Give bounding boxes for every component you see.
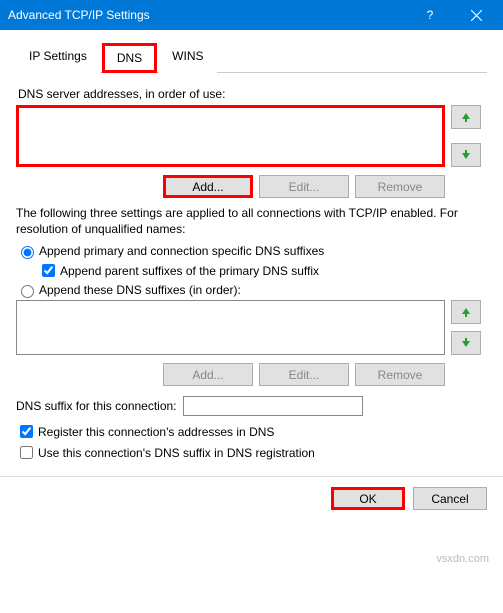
suffix-move-up-button[interactable] xyxy=(451,300,481,324)
radio-append-these[interactable] xyxy=(21,285,34,298)
dns-move-up-button[interactable] xyxy=(451,105,481,129)
close-icon xyxy=(471,10,482,21)
radio-append-primary-label: Append primary and connection specific D… xyxy=(39,244,324,258)
suffix-field-label: DNS suffix for this connection: xyxy=(16,399,177,413)
checkbox-append-parent-label: Append parent suffixes of the primary DN… xyxy=(60,264,319,278)
arrow-up-icon xyxy=(460,306,472,318)
dns-server-listbox[interactable] xyxy=(16,105,445,167)
suffix-remove-button[interactable]: Remove xyxy=(355,363,445,386)
checkbox-use-suffix[interactable] xyxy=(20,446,33,459)
suffix-edit-button[interactable]: Edit... xyxy=(259,363,349,386)
dns-order-arrows xyxy=(451,105,487,167)
window-title: Advanced TCP/IP Settings xyxy=(8,8,407,22)
dns-remove-button[interactable]: Remove xyxy=(355,175,445,198)
suffix-add-button[interactable]: Add... xyxy=(163,363,253,386)
settings-note: The following three settings are applied… xyxy=(16,206,487,237)
suffix-order-arrows xyxy=(451,300,487,355)
checkbox-use-suffix-label: Use this connection's DNS suffix in DNS … xyxy=(38,446,315,460)
tab-strip: IP Settings DNS WINS xyxy=(16,42,487,73)
ok-button[interactable]: OK xyxy=(331,487,405,510)
help-button[interactable]: ? xyxy=(407,0,453,30)
arrow-down-icon xyxy=(460,337,472,349)
radio-append-primary[interactable] xyxy=(21,246,34,259)
dns-edit-button[interactable]: Edit... xyxy=(259,175,349,198)
dns-servers-label: DNS server addresses, in order of use: xyxy=(18,87,487,101)
arrow-up-icon xyxy=(460,111,472,123)
tab-wins[interactable]: WINS xyxy=(159,43,216,73)
tab-dns[interactable]: DNS xyxy=(102,43,157,73)
arrow-down-icon xyxy=(460,149,472,161)
dns-suffix-listbox[interactable] xyxy=(16,300,445,355)
checkbox-register-dns[interactable] xyxy=(20,425,33,438)
tab-ip-settings[interactable]: IP Settings xyxy=(16,43,100,73)
dns-move-down-button[interactable] xyxy=(451,143,481,167)
suffix-move-down-button[interactable] xyxy=(451,331,481,355)
dns-add-button[interactable]: Add... xyxy=(163,175,253,198)
checkbox-append-parent[interactable] xyxy=(42,264,55,277)
radio-append-these-label: Append these DNS suffixes (in order): xyxy=(39,283,241,297)
checkbox-register-dns-label: Register this connection's addresses in … xyxy=(38,425,274,439)
cancel-button[interactable]: Cancel xyxy=(413,487,487,510)
suffix-input[interactable] xyxy=(183,396,363,416)
watermark: vsxdn.com xyxy=(436,553,489,565)
close-button[interactable] xyxy=(453,0,499,30)
